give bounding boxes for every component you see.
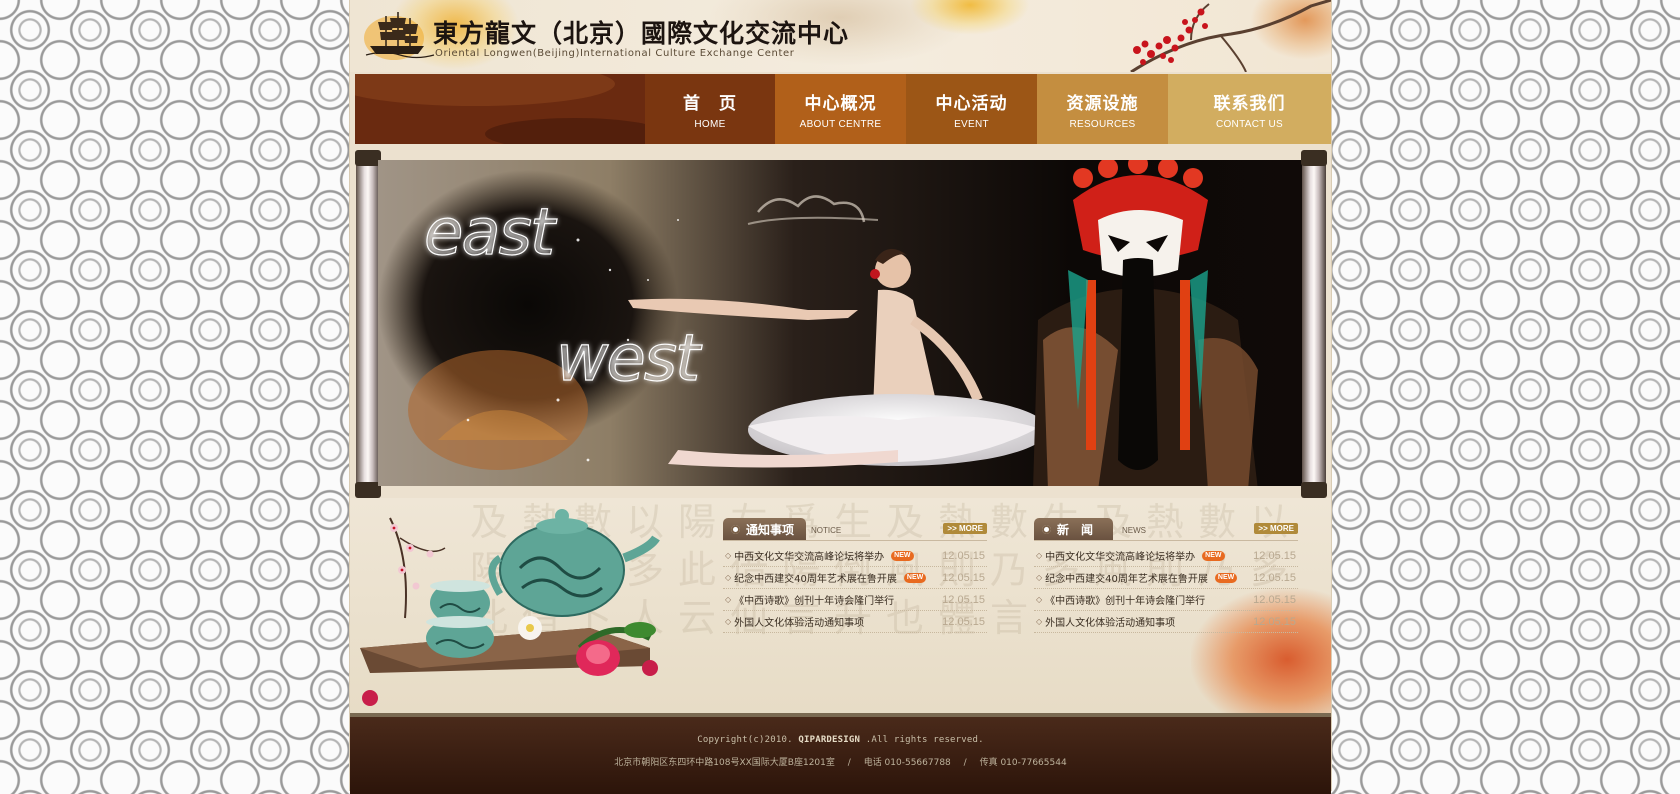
notice-item-date: 12.05.15 (942, 615, 985, 628)
nav-ink-decoration (355, 74, 645, 144)
nav-resources-sublabel: RESOURCES (1069, 118, 1136, 130)
news-item-title[interactable]: 《中西诗歌》创刊十年诗会隆门举行 (1045, 592, 1205, 607)
new-badge: NEW (891, 550, 914, 561)
list-item[interactable]: ◇ 纪念中西建交40周年艺术展在鲁开展 NEW 12.05.15 (1034, 567, 1298, 589)
list-item[interactable]: ◇ 纪念中西建交40周年艺术展在鲁开展 NEW 12.05.15 (723, 567, 987, 589)
diamond-bullet-icon: ◇ (725, 551, 732, 560)
new-badge: NEW (1214, 572, 1238, 583)
site-header: 東方龍文（北京）國際文化交流中心 Oriental Longwen(Beijin… (350, 0, 1331, 72)
news-item-date: 12.05.15 (1253, 593, 1296, 606)
list-item[interactable]: ◇ 中西文化文华交流高峰论坛将举办 NEW 12.05.15 (723, 545, 987, 567)
scroll-rod-left (355, 150, 381, 498)
nav-home-sublabel: HOME (694, 118, 726, 130)
nav-home[interactable]: 首 页 HOME (645, 74, 775, 144)
list-item[interactable]: ◇ 中西文化文华交流高峰论坛将举办 NEW 12.05.15 (1034, 545, 1298, 567)
nav-about-centre-label: 中心概况 (804, 93, 877, 114)
news-more-button[interactable]: >> MORE (1254, 523, 1298, 534)
nav-contact-us-label: 联系我们 (1213, 93, 1286, 114)
banner-word-west: west (555, 321, 700, 396)
notice-item-date: 12.05.15 (942, 571, 985, 584)
plum-branch-decoration (1130, 0, 1331, 72)
new-badge: NEW (903, 572, 927, 583)
notice-item-date: 12.05.15 (942, 549, 985, 562)
list-item[interactable]: ◇ 《中西诗歌》创刊十年诗会隆门举行 12.05.15 (723, 589, 987, 611)
main-navigation: 首 页 HOME 中心概况 ABOUT CENTRE 中心活动 EVENT 资源… (355, 74, 1331, 144)
news-panel: 新 闻 NEWS >> MORE ◇ 中西文化文华交流高峰论坛将举办 NEW 1… (1034, 518, 1298, 633)
notice-panel: 通知事项 NOTICE >> MORE ◇ 中西文化文华交流高峰论坛将举办 NE… (723, 518, 987, 633)
notice-item-date: 12.05.15 (942, 593, 985, 606)
nav-contact-us-sublabel: CONTACT US (1215, 118, 1284, 130)
news-title: 新 闻 (1057, 522, 1094, 537)
nav-resources-label: 资源设施 (1066, 93, 1139, 114)
diamond-bullet-icon: ◇ (725, 595, 732, 604)
notice-item-title[interactable]: 中西文化文华交流高峰论坛将举办 (734, 548, 884, 563)
content-area: 及熱數以陽左爲生及熱數生及熱數以陽則乃多此借陽倒風則乃多風則乃多此借卜人云仙言升… (350, 498, 1331, 713)
notice-item-title[interactable]: 外国人文化体验活动通知事项 (734, 614, 864, 629)
list-item[interactable]: ◇ 《中西诗歌》创刊十年诗会隆门举行 12.05.15 (1034, 589, 1298, 611)
nav-event-sublabel: EVENT (954, 118, 989, 130)
diamond-bullet-icon: ◇ (1036, 573, 1043, 582)
nav-contact-us[interactable]: 联系我们 CONTACT US (1168, 74, 1331, 144)
notice-en-label: NOTICE (811, 526, 842, 535)
notice-list: ◇ 中西文化文华交流高峰论坛将举办 NEW 12.05.15 ◇ 纪念中西建交4… (723, 545, 987, 633)
news-list: ◇ 中西文化文华交流高峰论坛将举办 NEW 12.05.15 ◇ 纪念中西建交4… (1034, 545, 1298, 633)
notice-item-title[interactable]: 《中西诗歌》创刊十年诗会隆门举行 (734, 592, 894, 607)
copyright-brand: QIPARDESIGN (798, 735, 861, 745)
copyright-prefix: Copyright(c)2010. (697, 735, 793, 745)
news-panel-header: 新 闻 NEWS >> MORE (1034, 518, 1298, 541)
diamond-bullet-icon: ◇ (1036, 617, 1043, 626)
diamond-bullet-icon: ◇ (725, 617, 732, 626)
page-container: 東方龍文（北京）國際文化交流中心 Oriental Longwen(Beijin… (350, 0, 1331, 794)
news-tab[interactable]: 新 闻 (1034, 518, 1114, 540)
bullet-circle-icon (731, 524, 740, 534)
new-badge: NEW (1202, 550, 1225, 561)
nav-home-label: 首 页 (683, 93, 737, 114)
footer-separator: / (963, 758, 967, 768)
nav-about-centre[interactable]: 中心概况 ABOUT CENTRE (775, 74, 906, 144)
ship-logo[interactable] (364, 8, 436, 60)
list-item[interactable]: ◇ 外国人文化体验活动通知事项 12.05.15 (723, 611, 987, 633)
list-item[interactable]: ◇ 外国人文化体验活动通知事项 12.05.15 (1034, 611, 1298, 633)
bullet-circle-icon (1042, 524, 1051, 534)
news-en-label: NEWS (1122, 526, 1146, 535)
teapot-illustration (360, 509, 660, 706)
notice-panel-header: 通知事项 NOTICE >> MORE (723, 518, 987, 541)
copyright-suffix: .All rights reserved. (865, 735, 984, 745)
copyright-text: Copyright(c)2010. QIPARDESIGN .All right… (350, 735, 1331, 745)
diamond-bullet-icon: ◇ (1036, 595, 1043, 604)
news-item-title[interactable]: 纪念中西建交40周年艺术展在鲁开展 (1045, 570, 1208, 585)
nav-event-label: 中心活动 (935, 93, 1008, 114)
footer-phone: 电话 010-55667788 (863, 758, 951, 768)
news-item-title[interactable]: 外国人文化体验活动通知事项 (1045, 614, 1175, 629)
contact-info: 北京市朝阳区东四环中路108号XX国际大厦B座1201室 / 电话 010-55… (350, 755, 1331, 768)
banner-word-east: east (423, 195, 555, 270)
footer-address: 北京市朝阳区东四环中路108号XX国际大厦B座1201室 (614, 758, 835, 768)
nav-event[interactable]: 中心活动 EVENT (906, 74, 1037, 144)
diamond-bullet-icon: ◇ (1036, 551, 1043, 560)
notice-more-button[interactable]: >> MORE (943, 523, 987, 534)
site-footer: Copyright(c)2010. QIPARDESIGN .All right… (350, 713, 1331, 794)
diamond-bullet-icon: ◇ (725, 573, 732, 582)
notice-title: 通知事项 (746, 522, 795, 537)
nav-resources[interactable]: 资源设施 RESOURCES (1037, 74, 1168, 144)
footer-fax: 传真 010-77665544 (979, 758, 1067, 768)
footer-separator: / (847, 758, 851, 768)
hero-banner-scroll: east west (355, 150, 1327, 498)
news-item-date: 12.05.15 (1253, 571, 1296, 584)
notice-item-title[interactable]: 纪念中西建交40周年艺术展在鲁开展 (734, 570, 897, 585)
site-title: 東方龍文（北京）國際文化交流中心 (433, 19, 850, 48)
hero-banner-image[interactable]: east west (378, 160, 1304, 486)
nav-about-centre-sublabel: ABOUT CENTRE (799, 118, 882, 130)
site-subtitle: Oriental Longwen(Beijing)International C… (435, 48, 795, 59)
notice-tab[interactable]: 通知事项 (723, 518, 807, 540)
news-item-date: 12.05.15 (1253, 615, 1296, 628)
news-item-title[interactable]: 中西文化文华交流高峰论坛将举办 (1045, 548, 1195, 563)
news-item-date: 12.05.15 (1253, 549, 1296, 562)
scroll-rod-right (1301, 150, 1327, 498)
